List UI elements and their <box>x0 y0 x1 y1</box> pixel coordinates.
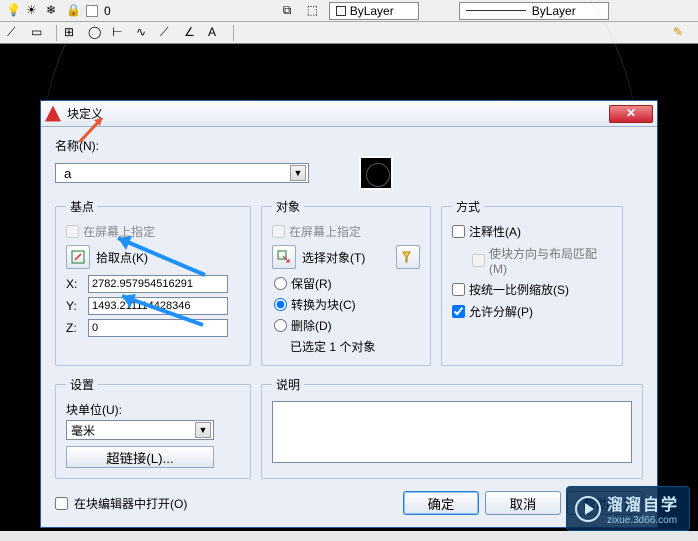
brush-icon[interactable]: ✎ <box>672 24 692 42</box>
description-legend: 说明 <box>272 376 304 393</box>
name-label: 名称(N): <box>55 137 643 154</box>
annotative-label: 注释性(A) <box>469 223 521 240</box>
annotative-checkbox[interactable] <box>452 225 465 238</box>
pick-point-button[interactable] <box>66 245 90 269</box>
close-button[interactable]: ✕ <box>609 105 653 123</box>
dialog-titlebar[interactable]: 块定义 ✕ <box>41 101 657 127</box>
delete-label: 删除(D) <box>291 317 332 334</box>
match-orientation-checkbox <box>472 254 485 267</box>
block-preview <box>359 156 393 190</box>
retain-radio[interactable] <box>274 277 287 290</box>
x-input[interactable] <box>88 275 228 293</box>
x-label: X: <box>66 277 82 291</box>
watermark-url: zixue.3d66.com <box>607 515 679 526</box>
settings-group: 设置 块单位(U): 毫米 ▼ 超链接(L)... <box>55 376 251 479</box>
y-input[interactable] <box>88 297 228 315</box>
z-input[interactable] <box>88 319 228 337</box>
status-bar <box>0 531 698 541</box>
hyperlink-button[interactable]: 超链接(L)... <box>66 446 214 468</box>
retain-label: 保留(R) <box>291 275 332 292</box>
select-objects-icon <box>277 250 291 264</box>
select-objects-label: 选择对象(T) <box>302 249 365 266</box>
y-label: Y: <box>66 299 82 313</box>
behavior-legend: 方式 <box>452 198 484 215</box>
convert-radio[interactable] <box>274 298 287 311</box>
rect-tool-icon[interactable]: ▭ <box>30 24 50 42</box>
sun-icon[interactable]: ☀ <box>26 3 42 19</box>
ok-button[interactable]: 确定 <box>403 491 479 515</box>
app-icon <box>45 106 61 122</box>
name-input[interactable] <box>60 165 290 181</box>
dialog-title: 块定义 <box>67 105 609 122</box>
pick-point-label: 拾取点(K) <box>96 249 148 266</box>
open-in-editor-label: 在块编辑器中打开(O) <box>74 495 187 512</box>
z-label: Z: <box>66 321 82 335</box>
objects-group: 对象 在屏幕上指定 选择对象(T) 保留(R) <box>261 198 431 366</box>
block-definition-dialog: 块定义 ✕ 名称(N): ▼ 基点 在屏幕上指定 <box>40 100 658 528</box>
unit-value: 毫米 <box>71 422 95 439</box>
objects-legend: 对象 <box>272 198 304 215</box>
watermark: 溜溜自学 zixue.3d66.com <box>566 486 690 531</box>
selection-status: 已选定 1 个对象 <box>290 338 420 355</box>
pick-point-icon <box>71 250 85 264</box>
lightbulb-icon[interactable]: 💡 <box>6 3 22 19</box>
unit-combo[interactable]: 毫米 ▼ <box>66 420 214 440</box>
basepoint-legend: 基点 <box>66 198 98 215</box>
cancel-button[interactable]: 取消 <box>485 491 561 515</box>
allow-explode-checkbox[interactable] <box>452 305 465 318</box>
name-input-combo[interactable]: ▼ <box>55 163 309 183</box>
line-tool-icon[interactable]: ⟋ <box>6 24 26 42</box>
behavior-group: 方式 注释性(A) 使块方向与布局匹配(M) 按统一比例缩放(S) 允许分解(P… <box>441 198 623 366</box>
match-orientation-label: 使块方向与布局匹配(M) <box>489 245 612 276</box>
objects-onscreen-checkbox <box>272 225 285 238</box>
description-group: 说明 <box>261 376 643 479</box>
chevron-down-icon[interactable]: ▼ <box>290 165 306 181</box>
settings-legend: 设置 <box>66 376 98 393</box>
description-textarea[interactable] <box>272 401 632 463</box>
objects-onscreen-label: 在屏幕上指定 <box>289 223 361 240</box>
select-objects-button[interactable] <box>272 245 296 269</box>
basepoint-group: 基点 在屏幕上指定 拾取点(K) X: Y: <box>55 198 251 366</box>
freeze-icon[interactable]: ❄ <box>46 3 62 19</box>
basepoint-onscreen-checkbox <box>66 225 79 238</box>
watermark-brand: 溜溜自学 <box>607 491 679 515</box>
basepoint-onscreen-label: 在屏幕上指定 <box>83 223 155 240</box>
play-icon <box>575 496 601 522</box>
open-in-editor-checkbox[interactable] <box>55 497 68 510</box>
delete-radio[interactable] <box>274 319 287 332</box>
uniform-scale-label: 按统一比例缩放(S) <box>469 281 569 298</box>
convert-label: 转换为块(C) <box>291 296 356 313</box>
quick-select-icon <box>401 250 415 264</box>
uniform-scale-checkbox[interactable] <box>452 283 465 296</box>
unit-label: 块单位(U): <box>66 401 240 418</box>
chevron-down-icon[interactable]: ▼ <box>195 422 211 438</box>
allow-explode-label: 允许分解(P) <box>469 303 533 320</box>
quick-select-button[interactable] <box>396 245 420 269</box>
